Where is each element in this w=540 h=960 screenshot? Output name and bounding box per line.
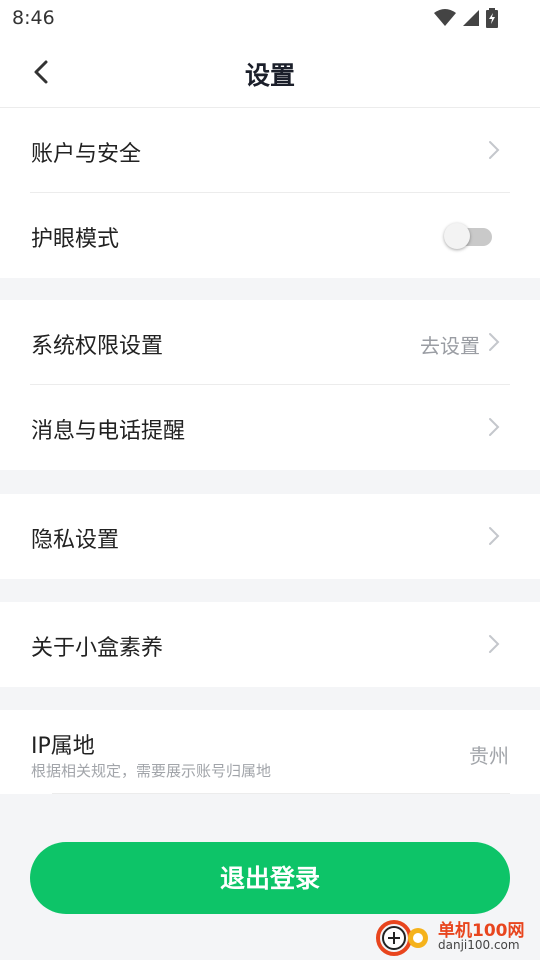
chevron-right-icon (489, 141, 500, 159)
ip-location-sublabel: 根据相关规定，需要展示账号归属地 (31, 762, 272, 780)
settings-group-about: 关于小盒素养 (0, 602, 540, 687)
settings-group-permissions: 系统权限设置 去设置 消息与电话提醒 (0, 300, 540, 470)
system-permissions-label: 系统权限设置 (31, 334, 164, 359)
wifi-icon (434, 9, 456, 26)
account-security-label: 账户与安全 (31, 142, 142, 167)
message-call-reminder-row[interactable]: 消息与电话提醒 (0, 385, 540, 470)
page-title: 设置 (244, 61, 295, 90)
ip-location-label: IP属地 (31, 734, 95, 759)
message-call-reminder-label: 消息与电话提醒 (31, 419, 186, 444)
toggle-knob (444, 223, 470, 249)
privacy-settings-row[interactable]: 隐私设置 (0, 494, 540, 579)
about-label: 关于小盒素养 (31, 636, 164, 661)
settings-group-account: 账户与安全 护眼模式 (0, 108, 540, 278)
eye-protection-label: 护眼模式 (31, 227, 120, 252)
cell-signal-icon (463, 10, 479, 26)
battery-icon (486, 8, 498, 28)
system-permissions-row[interactable]: 系统权限设置 去设置 (0, 300, 540, 385)
watermark-icon (376, 920, 428, 956)
chevron-right-icon (489, 635, 500, 653)
chevron-right-icon (489, 418, 500, 436)
about-row[interactable]: 关于小盒素养 (0, 602, 540, 687)
status-time: 8:46 (12, 7, 55, 29)
watermark-text-url: danji100.com (438, 938, 520, 952)
account-security-row[interactable]: 账户与安全 (0, 108, 540, 193)
chevron-right-icon (489, 527, 500, 545)
watermark-logo: 单机100网 danji100.com (374, 914, 534, 958)
divider (52, 793, 510, 794)
eye-protection-row: 护眼模式 (0, 193, 540, 278)
chevron-right-icon (489, 333, 500, 351)
status-bar: 8:46 (0, 0, 540, 36)
ip-location-value: 贵州 (469, 744, 509, 768)
settings-group-privacy: 隐私设置 (0, 494, 540, 579)
status-icons (434, 8, 498, 28)
logout-button[interactable]: 退出登录 (30, 842, 510, 914)
privacy-settings-label: 隐私设置 (31, 528, 120, 553)
system-permissions-value: 去设置 (420, 334, 480, 358)
eye-protection-toggle[interactable] (444, 218, 494, 252)
settings-group-ip: IP属地 根据相关规定，需要展示账号归属地 贵州 (0, 710, 540, 794)
header: 设置 (0, 36, 540, 108)
ip-location-row: IP属地 根据相关规定，需要展示账号归属地 贵州 (0, 710, 540, 794)
